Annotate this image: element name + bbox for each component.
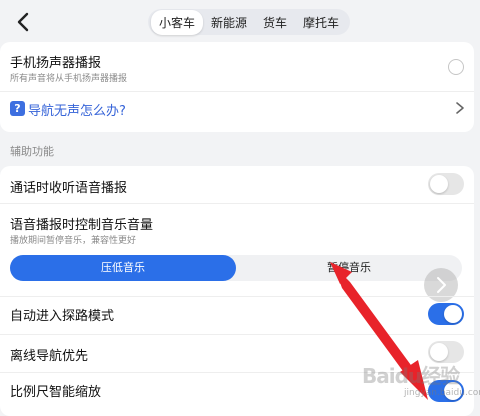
watermark-logo: Baidu经验 xyxy=(362,364,460,388)
watermark-url: jingyan.baidu.com xyxy=(404,388,480,398)
annotation-arrow xyxy=(330,262,428,400)
